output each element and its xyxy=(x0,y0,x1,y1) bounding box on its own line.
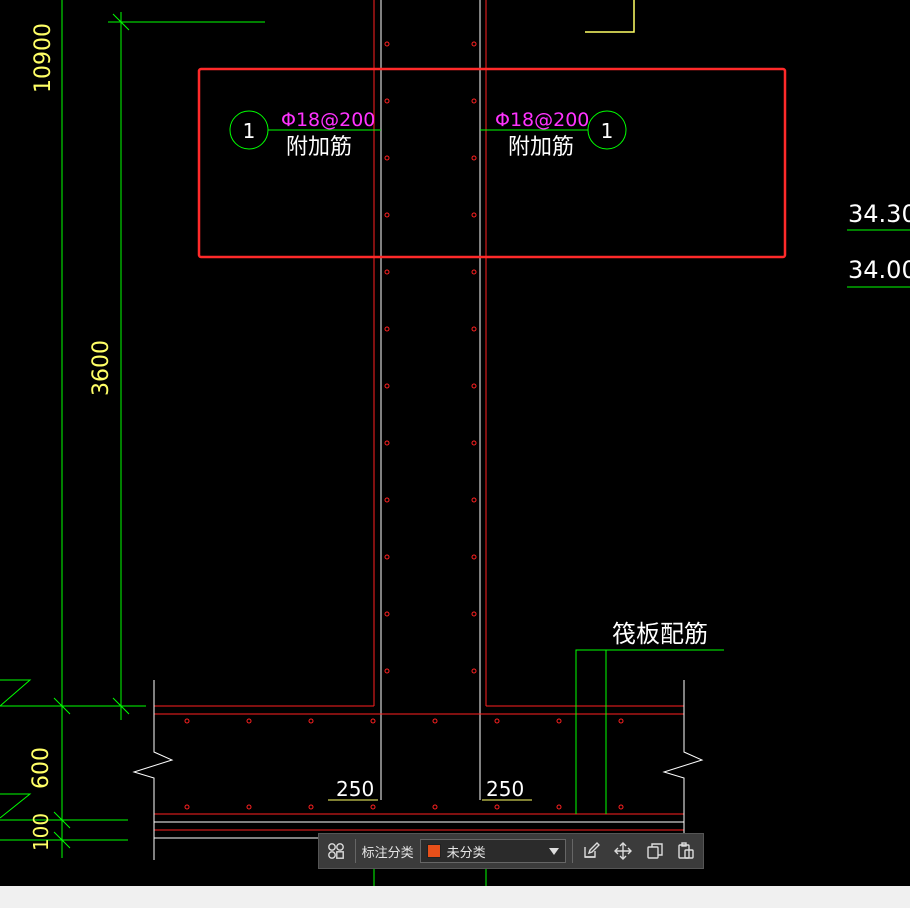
elevation-bottom: 34.000 xyxy=(848,256,910,284)
dim-text-total: 10900 xyxy=(31,23,56,93)
rebar-dot xyxy=(471,611,477,617)
rebar-dot xyxy=(471,554,477,560)
rebar-dot xyxy=(384,41,390,47)
rebar-dot xyxy=(384,383,390,389)
rebar-dot xyxy=(471,326,477,332)
rebar-dot xyxy=(184,718,190,724)
rebar-dot xyxy=(471,383,477,389)
rebar-dot xyxy=(370,804,376,810)
rebar-dot xyxy=(184,804,190,810)
slope-mark-2 xyxy=(0,793,32,819)
rebar-spec-left: Φ18@200 xyxy=(281,109,375,131)
rebar-dot xyxy=(556,804,562,810)
rebar-dot xyxy=(432,718,438,724)
rebar-dot xyxy=(494,804,500,810)
selection-highlight[interactable] xyxy=(197,67,787,259)
cover-text-right: 250 xyxy=(486,777,524,801)
rebar-note-left: 附加筋 xyxy=(286,135,352,160)
grid-icon[interactable] xyxy=(323,838,349,864)
slope-mark-1 xyxy=(0,679,32,707)
rebar-dot xyxy=(384,554,390,560)
category-color-swatch xyxy=(426,844,441,858)
raft-label: 筏板配筋 xyxy=(612,620,708,648)
rebar-dot xyxy=(308,718,314,724)
rebar-dot xyxy=(471,497,477,503)
rebar-dot xyxy=(384,326,390,332)
rebar-dot xyxy=(618,804,624,810)
category-selected: 未分类 xyxy=(446,845,486,861)
rebar-dot xyxy=(494,718,500,724)
rebar-dot xyxy=(384,212,390,218)
cad-canvas[interactable]: 10900 3600 600 100 筏板配筋 250 250 1 Φ18@20… xyxy=(0,0,910,908)
rebar-dot xyxy=(471,440,477,446)
rebar-note-right: 附加筋 xyxy=(508,135,574,160)
yellow-bracket xyxy=(585,0,635,33)
rebar-dot xyxy=(471,98,477,104)
rebar-dot xyxy=(246,804,252,810)
rebar-dot xyxy=(471,269,477,275)
rebar-dot xyxy=(471,155,477,161)
rebar-spec-right: Φ18@200 xyxy=(495,109,589,131)
dim-text-slab: 600 xyxy=(29,747,54,789)
category-dropdown[interactable]: 未分类 xyxy=(419,839,566,863)
chevron-down-icon xyxy=(548,847,559,855)
elevation-top: 34.300 xyxy=(848,200,910,228)
dim-text-wall: 3600 xyxy=(89,340,114,396)
break-line-left xyxy=(132,680,174,860)
move-icon[interactable] xyxy=(610,838,636,864)
rebar-dot xyxy=(384,668,390,674)
cover-text-left: 250 xyxy=(336,777,374,801)
toolbar-divider xyxy=(571,839,573,863)
rebar-dot xyxy=(370,718,376,724)
edit-icon[interactable] xyxy=(579,838,605,864)
status-strip xyxy=(0,886,910,908)
copy-icon[interactable] xyxy=(642,838,668,864)
paste-icon[interactable] xyxy=(673,838,699,864)
toolbar-divider xyxy=(354,839,356,863)
rebar-dot xyxy=(384,269,390,275)
annotation-toolbar: 标注分类 未分类 xyxy=(318,833,704,869)
rebar-dot xyxy=(618,718,624,724)
rebar-dot xyxy=(471,212,477,218)
rebar-dot xyxy=(432,804,438,810)
callout-number-left: 1 xyxy=(243,119,256,143)
rebar-dot xyxy=(384,497,390,503)
dim-text-bottom: 100 xyxy=(29,813,53,851)
rebar-dot xyxy=(384,611,390,617)
rebar-dot xyxy=(471,41,477,47)
callout-number-right: 1 xyxy=(601,119,614,143)
rebar-dot xyxy=(556,718,562,724)
rebar-dot xyxy=(308,804,314,810)
rebar-dot xyxy=(471,668,477,674)
rebar-dot xyxy=(384,155,390,161)
raft-leader xyxy=(575,649,724,814)
rebar-dot xyxy=(384,98,390,104)
rebar-dot xyxy=(246,718,252,724)
rebar-dot xyxy=(384,440,390,446)
annotation-category-label: 标注分类 xyxy=(361,845,414,861)
